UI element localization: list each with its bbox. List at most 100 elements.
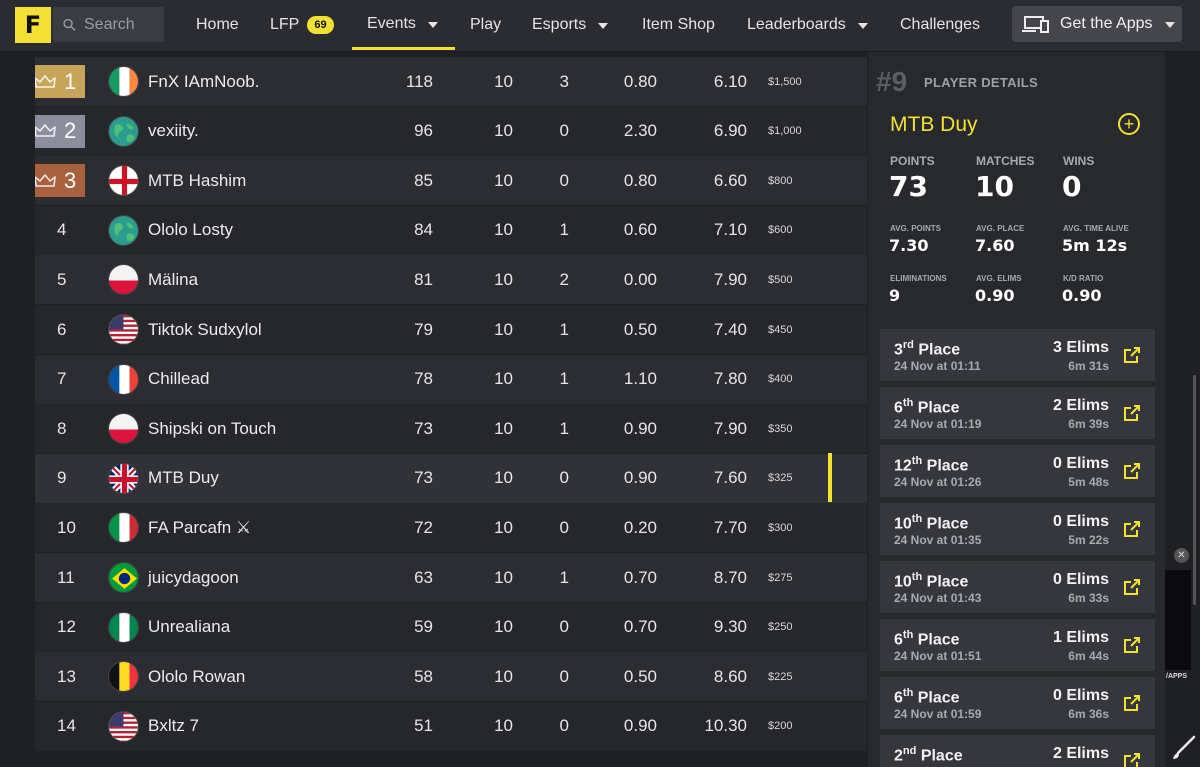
player-name-cell[interactable]: vexiity. [148, 121, 199, 141]
nav-lfp[interactable]: LFP 69 [270, 0, 334, 50]
player-name-cell[interactable]: MTB Duy [148, 468, 219, 488]
nav-item-shop[interactable]: Item Shop [642, 0, 715, 50]
nav-esports-label: Esports [532, 16, 587, 33]
player-name-cell[interactable]: Unrealiana [148, 617, 230, 637]
match-history-item[interactable]: 6th Place 24 Nov at 01:51 1 Elims 6m 44s [880, 619, 1155, 671]
player-name-cell[interactable]: Bxltz 7 [148, 716, 199, 736]
table-row[interactable]: 5 Mälina 81 10 2 0.00 7.90 $500 [35, 255, 867, 305]
avg-place-cell: 6.90 [713, 121, 747, 141]
placement-word: Place [918, 341, 961, 359]
points-cell: 58 [414, 666, 433, 686]
match-history-item[interactable]: 10th Place 24 Nov at 01:35 0 Elims 5m 22s [880, 503, 1155, 555]
globe-flag-icon [108, 214, 139, 246]
poland-flag-icon [108, 413, 139, 445]
side-advertisement[interactable] [1165, 570, 1191, 670]
page-scrollbar[interactable] [1193, 375, 1196, 605]
player-name-cell[interactable]: Ololo Losty [148, 220, 233, 240]
table-row[interactable]: 11 juicydagoon 63 10 1 0.70 8.70 $275 [35, 553, 867, 602]
prize-cell: $250 [768, 621, 793, 634]
external-link-icon[interactable] [1123, 694, 1141, 712]
match-history-item[interactable]: 12th Place 24 Nov at 01:26 0 Elims 5m 48s [880, 445, 1155, 497]
match-date: 24 Nov at 01:59 [894, 707, 982, 721]
paint-brush-icon[interactable] [1170, 735, 1196, 761]
placement-word: Place [917, 689, 960, 707]
avg-points-label: AVG. POINTS [890, 224, 941, 233]
match-elims: 0 Elims [1052, 513, 1109, 530]
get-apps-button[interactable]: Get the Apps [1012, 6, 1182, 42]
external-link-icon[interactable] [1123, 578, 1141, 596]
table-row[interactable]: 1 FnX IAmNoob. 118 10 3 0.80 6.10 $1,500 [35, 57, 867, 106]
table-row[interactable]: 8 Shipski on Touch 73 10 1 0.90 7.90 $350 [35, 404, 867, 454]
search-box[interactable] [53, 7, 164, 42]
placement-word: Place [920, 747, 963, 765]
site-logo[interactable]: F [15, 7, 51, 43]
player-name-cell[interactable]: MTB Hashim [148, 171, 246, 191]
match-history-item[interactable]: 3rd Place 24 Nov at 01:11 3 Elims 6m 31s [880, 329, 1155, 381]
external-link-icon[interactable] [1123, 636, 1141, 654]
nav-events[interactable]: Events [352, 0, 455, 50]
player-name-cell[interactable]: Shipski on Touch [148, 419, 276, 439]
nav-lfp-label: LFP [270, 16, 300, 33]
table-row[interactable]: 13 Ololo Rowan 58 10 0 0.50 8.60 $225 [35, 652, 867, 702]
match-history-item[interactable]: 10th Place 24 Nov at 01:43 0 Elims 6m 33s [880, 561, 1155, 613]
table-row[interactable]: 2 vexiity. 96 10 0 2.30 6.90 $1,000 [35, 106, 867, 156]
player-name-cell[interactable]: Mälina [148, 270, 198, 290]
rank-medal: 1 [35, 65, 85, 98]
rank-number: 4 [57, 220, 67, 240]
external-link-icon[interactable] [1123, 520, 1141, 538]
player-name-cell[interactable]: Tiktok Sudxylol [148, 320, 262, 340]
table-row[interactable]: 9 MTB Duy 73 10 0 0.90 7.60 $325 [35, 453, 867, 503]
player-name-cell[interactable]: Ololo Rowan [148, 667, 245, 687]
points-cell: 118 [405, 71, 433, 91]
match-history-item[interactable]: 6th Place 24 Nov at 01:19 2 Elims 6m 39s [880, 387, 1155, 439]
match-placement: 12th Place [894, 455, 968, 475]
external-link-icon[interactable] [1123, 752, 1141, 767]
match-placement: 6th Place [894, 397, 960, 417]
match-elims: 3 Elims [1052, 339, 1109, 356]
crown-icon [35, 74, 56, 88]
player-name-cell[interactable]: juicydagoon [148, 568, 239, 588]
nav-challenges-label: Challenges [900, 16, 981, 33]
avg-place-cell: 7.80 [713, 369, 747, 389]
player-name-cell[interactable]: FnX IAmNoob. [148, 72, 260, 92]
table-row[interactable]: 3 MTB Hashim 85 10 0 0.80 6.60 $800 [35, 156, 867, 206]
points-cell: 73 [414, 468, 433, 488]
table-row[interactable]: 7 Chillead 78 10 1 1.10 7.80 $400 [35, 354, 867, 404]
player-name-cell[interactable]: Chillead [148, 369, 209, 389]
crown-icon [35, 124, 56, 137]
external-link-icon[interactable] [1123, 346, 1141, 364]
nav-esports[interactable]: Esports [532, 0, 609, 50]
nav-challenges[interactable]: Challenges [900, 0, 980, 50]
table-row[interactable]: 4 Ololo Losty 84 10 1 0.60 7.10 $600 [35, 205, 867, 255]
external-link-icon[interactable] [1123, 462, 1141, 480]
nav-leaderboards[interactable]: Leaderboards [747, 0, 868, 50]
points-cell: 63 [414, 567, 433, 587]
table-row[interactable]: 6 Tiktok Sudxylol 79 10 1 0.50 7.40 $450 [35, 305, 867, 354]
matches-cell: 10 [494, 567, 513, 587]
add-player-button[interactable]: + [1118, 113, 1140, 135]
logo-letter: F [24, 11, 42, 39]
match-elims: 0 Elims [1052, 571, 1109, 588]
matches-cell: 10 [494, 121, 513, 141]
wins-cell: 0 [559, 170, 569, 190]
match-history-item[interactable]: 2nd Place 2 Elims [880, 735, 1155, 767]
table-row[interactable]: 14 Bxltz 7 51 10 0 0.90 10.30 $200 [35, 701, 867, 751]
avg-elims-cell: 0.50 [623, 666, 657, 686]
search-input[interactable] [84, 15, 164, 34]
external-link-icon[interactable] [1123, 404, 1141, 422]
rank-number: 3 [64, 167, 77, 193]
table-row[interactable]: 12 Unrealiana 59 10 0 0.70 9.30 $250 [35, 602, 867, 652]
nav-home[interactable]: Home [196, 0, 239, 50]
match-history-item[interactable]: 6th Place 24 Nov at 01:59 0 Elims 6m 36s [880, 677, 1155, 729]
globe-flag-icon [108, 115, 139, 147]
player-name-cell[interactable]: FA Parcafn ⚔ [148, 518, 251, 538]
nav-play[interactable]: Play [470, 0, 501, 50]
match-date: 24 Nov at 01:11 [894, 359, 981, 373]
avg-elims-cell: 0.50 [623, 319, 657, 339]
wins-cell: 1 [559, 418, 569, 438]
matches-label: MATCHES [976, 154, 1035, 168]
close-icon[interactable]: ✕ [1174, 548, 1189, 563]
eliminations-value: 9 [889, 286, 901, 305]
prize-cell: $450 [768, 323, 793, 336]
table-row[interactable]: 10 FA Parcafn ⚔ 72 10 0 0.20 7.70 $300 [35, 503, 867, 553]
